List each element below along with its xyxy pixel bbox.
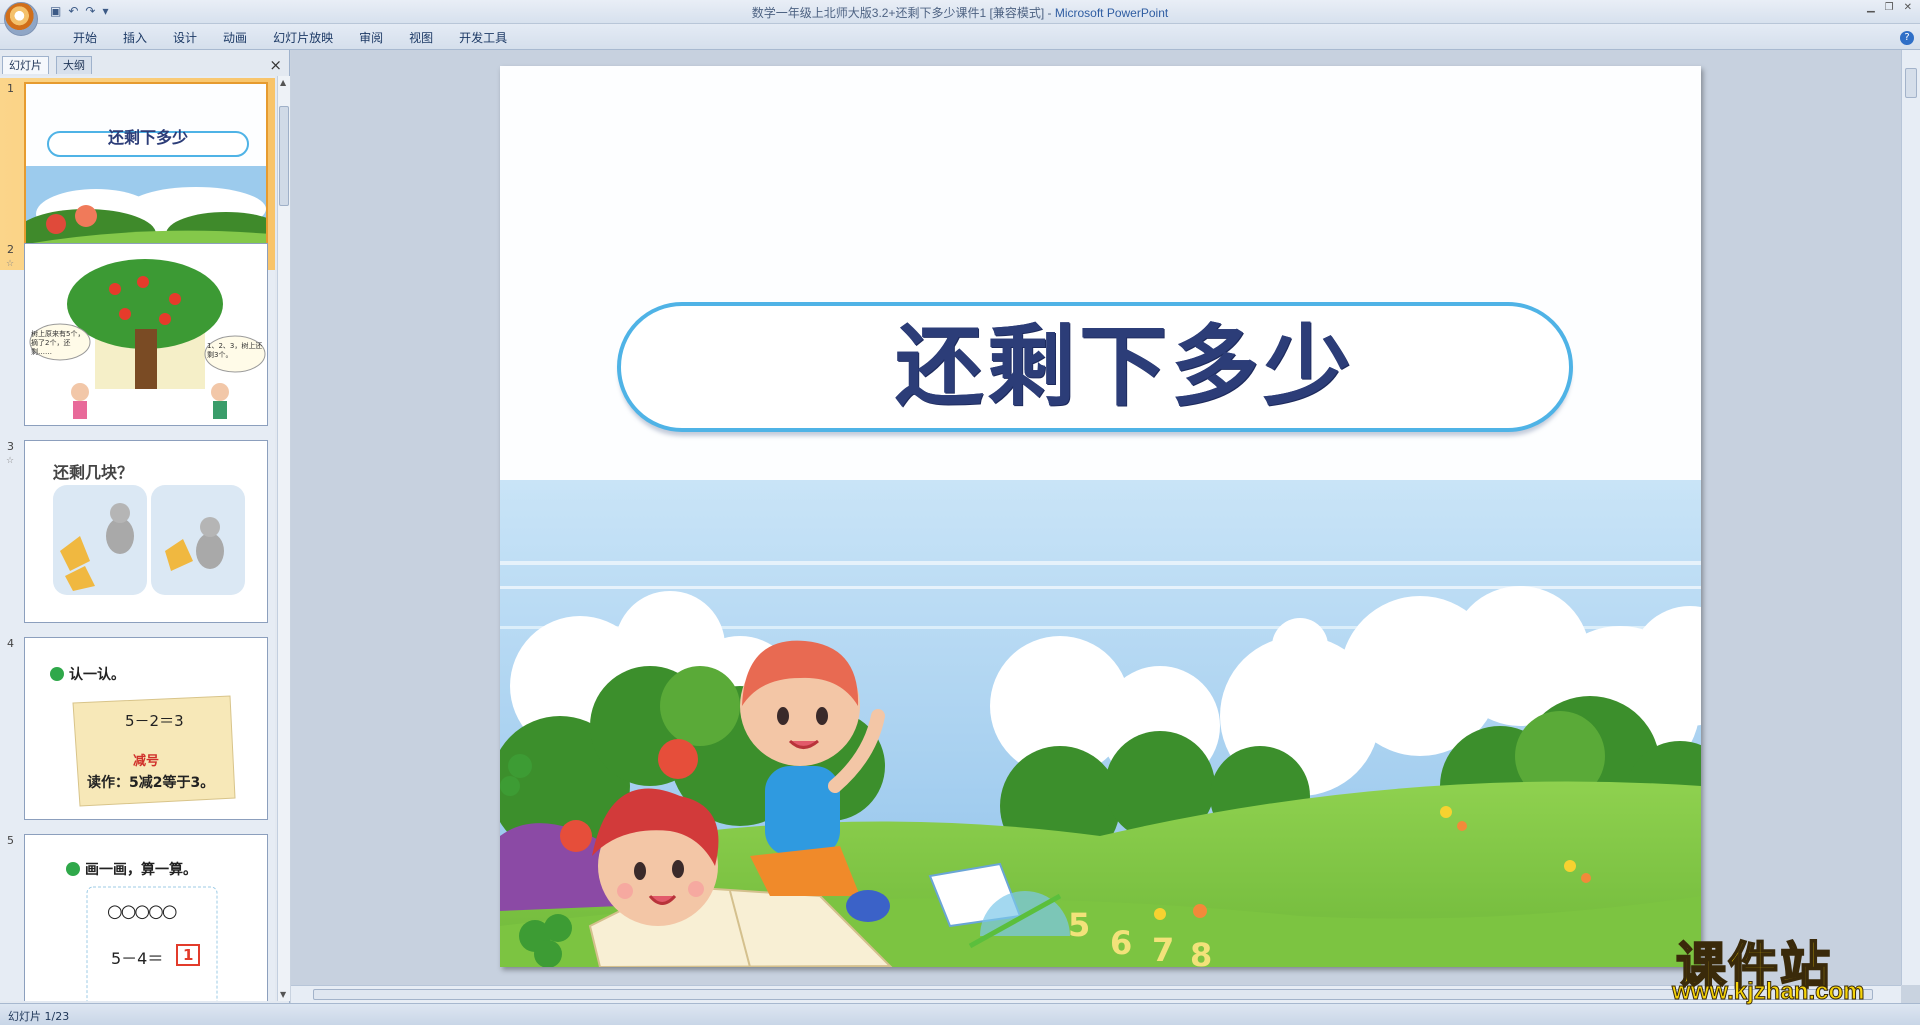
thumbnail-preview[interactable]: 树上原来有5个，摘了2个，还剩…… 1、2、3，树上还剩3个。: [24, 243, 268, 426]
tab-design[interactable]: 设计: [160, 30, 210, 46]
panel-scroll-thumb[interactable]: [279, 106, 289, 206]
thumbnail-answer: 1: [183, 946, 194, 964]
thumbnail-equation: 5－2＝3: [125, 712, 184, 730]
thumbnail-slide-2[interactable]: 2 ☆ 树上原来有5个，摘了2个，还剩…… 1、2、3，树上还剩3个。: [0, 239, 275, 431]
title-bar: ▣ ↶ ↷ ▾ 数学一年级上北师大版3.2+还剩下多少课件1 [兼容模式] - …: [0, 0, 1920, 36]
tab-home[interactable]: 开始: [60, 30, 110, 46]
transition-icon: ☆: [6, 259, 15, 269]
thumbnail-list: 1 还剩下多少 2 ☆ 树上原来有5个，摘了2个，还剩…… 1、2、3，树上还剩…: [0, 76, 275, 1001]
grass-number: 8: [1190, 936, 1212, 967]
slide-number: 3: [7, 440, 14, 453]
thumbnail-label: 减号: [133, 754, 160, 769]
slide-number: 4: [7, 637, 14, 650]
slide-number: 1: [7, 82, 14, 95]
slides-panel: 幻灯片 大纲 × 1 还剩下多少 2 ☆ 树上原来有5个，摘了2个，还剩…… 1…: [0, 50, 290, 1003]
thumbnail-heading: 认一认。: [69, 667, 125, 683]
thumbnail-slide-5[interactable]: 5 画一画，算一算。 ○○○○○ 5－4＝ 1: [0, 830, 275, 1001]
slide-number: 5: [7, 834, 14, 847]
slide-indicator: 幻灯片 1/23: [8, 1010, 70, 1023]
tab-outline[interactable]: 大纲: [56, 56, 92, 74]
thumbnail-title: 还剩几块？: [53, 463, 134, 482]
restore-icon[interactable]: ❐: [1885, 2, 1894, 13]
panel-tabs: 幻灯片 大纲 ×: [0, 54, 290, 74]
status-bar: 幻灯片 1/23: [0, 1003, 1920, 1025]
current-slide[interactable]: 6 7 8 5 还剩下多少: [500, 66, 1701, 967]
document-title: 数学一年级上北师大版3.2+还剩下多少课件1 [兼容模式]: [751, 6, 1045, 20]
thumbnail-preview[interactable]: 认一认。 5－2＝3 减号 读作：5减2等于3。: [24, 637, 268, 820]
app-name: Microsoft PowerPoint: [1054, 6, 1169, 20]
bubble-left: 树上原来有5个，摘了2个，还剩……: [31, 330, 85, 356]
office-button[interactable]: [4, 2, 38, 36]
thumbnail-1-art: [26, 84, 266, 263]
editor-hscroll-thumb[interactable]: [313, 989, 1873, 1000]
thumbnail-circles: ○○○○○: [107, 901, 178, 922]
slide-editor: 6 7 8 5 还剩下多少: [291, 50, 1901, 985]
panel-scrollbar[interactable]: ▲ ▼: [277, 76, 290, 1001]
tab-insert[interactable]: 插入: [110, 30, 160, 46]
thumbnail-preview[interactable]: 还剩下多少: [24, 82, 268, 265]
thumbnail-heading: 画一画，算一算。: [85, 862, 197, 878]
grass-number: 6: [1110, 924, 1132, 962]
scroll-up-icon[interactable]: ▲: [280, 78, 286, 87]
grass-number: 7: [1152, 931, 1174, 967]
slide-background-art: 6 7 8 5: [500, 480, 1701, 967]
grass-number: 5: [1068, 906, 1090, 944]
thumbnail-slide-4[interactable]: 4 认一认。 5－2＝3 减号 读作：5减2等于3。: [0, 633, 275, 825]
editor-scroll-thumb[interactable]: [1905, 68, 1917, 98]
bubble-right: 1、2、3，树上还剩3个。: [207, 342, 263, 359]
close-icon[interactable]: ✕: [1904, 2, 1912, 13]
thumbnail-slide-3[interactable]: 3 ☆ 还剩几块？: [0, 436, 275, 628]
editor-horizontal-scrollbar[interactable]: [291, 985, 1901, 1003]
slide-number: 2: [7, 243, 14, 256]
tab-slides[interactable]: 幻灯片: [2, 56, 49, 74]
tab-view[interactable]: 视图: [396, 30, 446, 46]
thumbnail-equation: 5－4＝: [111, 949, 164, 968]
window-controls: ▁ ❐ ✕: [1867, 2, 1912, 13]
editor-vertical-scrollbar[interactable]: [1901, 50, 1920, 985]
tab-animations[interactable]: 动画: [210, 30, 260, 46]
tab-review[interactable]: 审阅: [346, 30, 396, 46]
help-icon[interactable]: ?: [1900, 31, 1914, 45]
ribbon: 开始 插入 设计 动画 幻灯片放映 审阅 视图 开发工具 ?: [0, 24, 1920, 50]
scroll-down-icon[interactable]: ▼: [280, 990, 286, 999]
thumbnail-preview[interactable]: 画一画，算一算。 ○○○○○ 5－4＝ 1: [24, 834, 268, 1001]
tab-slideshow[interactable]: 幻灯片放映: [260, 30, 346, 46]
thumbnail-reading: 读作：5减2等于3。: [87, 775, 215, 791]
thumbnail-title: 还剩下多少: [107, 128, 188, 147]
transition-icon: ☆: [6, 456, 15, 466]
tab-developer[interactable]: 开发工具: [446, 30, 520, 46]
minimize-icon[interactable]: ▁: [1867, 2, 1875, 13]
window-title: 数学一年级上北师大版3.2+还剩下多少课件1 [兼容模式] - Microsof…: [751, 6, 1169, 20]
panel-close-icon[interactable]: ×: [269, 56, 282, 74]
ribbon-tabs: 开始 插入 设计 动画 幻灯片放映 审阅 视图 开发工具: [60, 30, 520, 46]
slide-title[interactable]: 还剩下多少: [617, 302, 1573, 432]
thumbnail-preview[interactable]: 还剩几块？: [24, 440, 268, 623]
